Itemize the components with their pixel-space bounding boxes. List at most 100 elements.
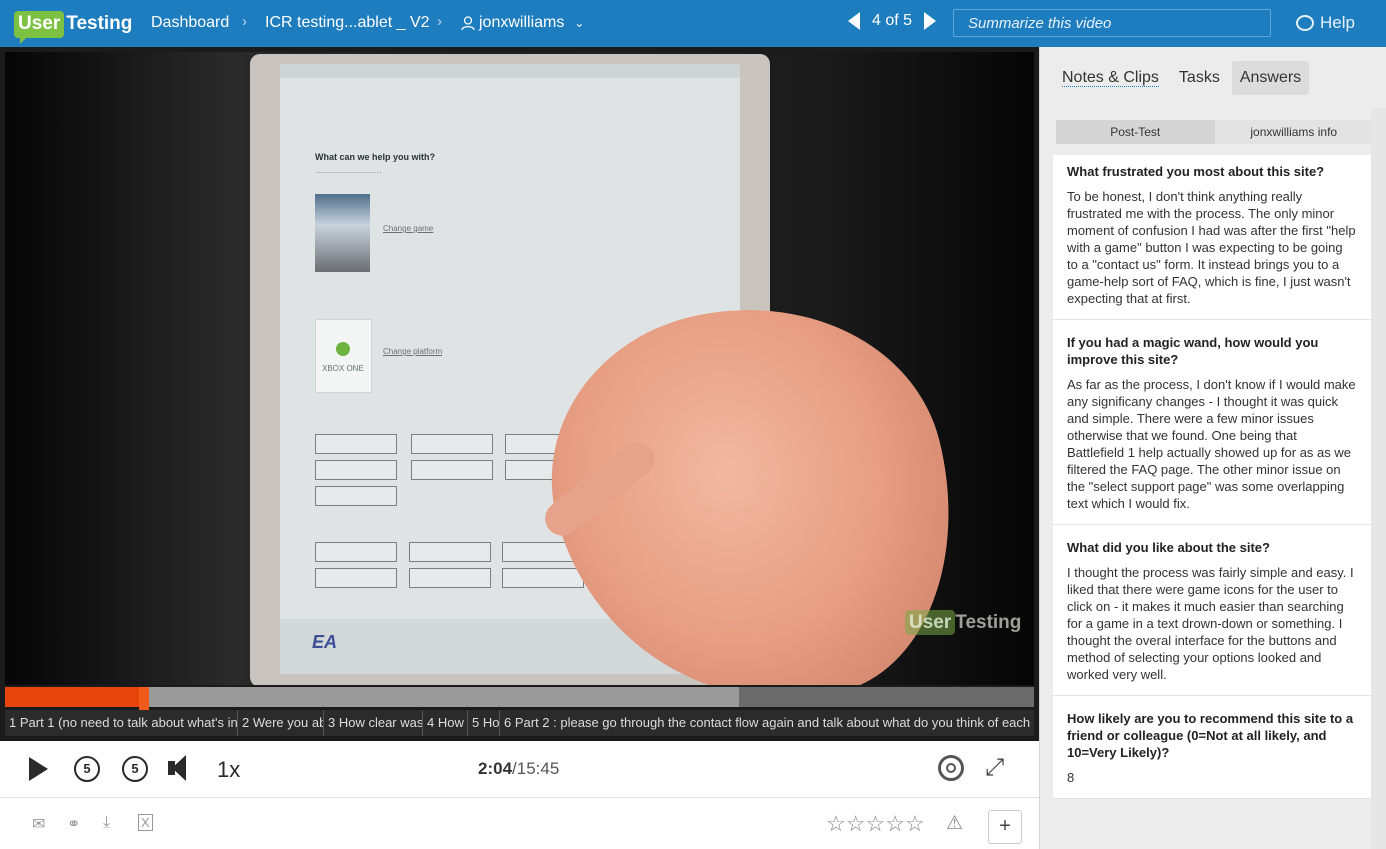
top-bar: User Testing Dashboard › ICR testing...a… — [0, 0, 1386, 47]
rewind-5-button[interactable]: 5 — [74, 756, 100, 782]
action-bar: ✉ ⚭ ⤓ X ☆☆☆☆☆ ⚠ + — [0, 798, 1039, 849]
star-icon[interactable]: ☆ — [885, 811, 905, 836]
tab-answers-label: Answers — [1239, 69, 1302, 86]
star-icon[interactable]: ☆ — [846, 811, 866, 836]
screen-change-platform: Change platform — [383, 347, 443, 356]
player-controls: 5 5 1x 2:04/15:45 ⤢ — [0, 741, 1039, 798]
play-icon[interactable] — [29, 757, 48, 781]
panel-tabs: Notes & Clips Tasks Answers — [1054, 61, 1313, 95]
chapter-item[interactable]: 5 Ho — [468, 710, 500, 736]
tab-answers[interactable]: Answers — [1231, 61, 1310, 95]
question-text: If you had a magic wand, how would you i… — [1067, 335, 1319, 367]
screen-issue-box — [409, 542, 491, 562]
breadcrumb-dashboard[interactable]: Dashboard — [151, 14, 229, 32]
question-text: What frustrated you most about this site… — [1067, 164, 1325, 179]
breadcrumb-test[interactable]: ICR testing...ablet _ V2 — [265, 14, 430, 32]
ea-logo: EA — [312, 632, 338, 652]
rating-stars[interactable]: ☆☆☆☆☆ — [826, 811, 925, 837]
watermark-user-text: User — [905, 610, 956, 635]
star-icon[interactable]: ☆ — [905, 811, 925, 836]
chevron-down-icon: ⌄ — [574, 16, 585, 30]
subtab-participant-info[interactable]: jonxwilliams info — [1215, 120, 1374, 144]
subtab-post-test[interactable]: Post-Test — [1056, 120, 1215, 144]
video-player: What can we help you with? ·············… — [0, 47, 1039, 741]
screen-topic-box — [315, 434, 397, 454]
chapter-item[interactable]: 3 How clear was — [324, 710, 423, 736]
link-icon[interactable]: ⚭ — [67, 814, 80, 834]
panel-scrollbar[interactable] — [1371, 108, 1386, 849]
next-arrow-icon[interactable] — [924, 12, 937, 30]
xbox-label: XBOX ONE — [322, 364, 364, 373]
forward-5-button[interactable]: 5 — [122, 756, 148, 782]
answer-text: I thought the process was fairly simple … — [1067, 565, 1354, 682]
previous-arrow-icon[interactable] — [848, 12, 860, 30]
platform-image: XBOX ONE — [315, 319, 372, 393]
playback-speed-button[interactable]: 1x — [217, 757, 240, 783]
screen-subtext: ························· — [315, 168, 382, 177]
time-current: 2:04 — [478, 759, 513, 778]
download-icon[interactable]: ⤓ — [103, 814, 110, 832]
warning-icon[interactable]: ⚠ — [946, 812, 963, 835]
chapter-item[interactable]: 4 How — [423, 710, 468, 736]
answer-text: 8 — [1067, 770, 1075, 785]
mail-icon[interactable]: ✉ — [32, 814, 45, 834]
screen-issue-box — [315, 542, 397, 562]
answer-text: As far as the process, I don't know if I… — [1067, 377, 1356, 511]
screen-heading: What can we help you with? — [315, 152, 436, 162]
screen-issue-box — [315, 568, 397, 588]
tab-tasks[interactable]: Tasks — [1171, 61, 1228, 95]
usertesting-watermark: User Testing — [905, 610, 1022, 635]
video-progress-bar[interactable] — [5, 687, 1034, 710]
settings-gear-icon[interactable] — [938, 755, 964, 781]
screen-issue-box — [502, 568, 584, 588]
volume-cone[interactable] — [172, 755, 186, 781]
logo-user-text: User — [14, 10, 65, 44]
question-text: How likely are you to recommend this sit… — [1067, 711, 1354, 760]
breadcrumb-separator-icon: › — [437, 13, 442, 30]
fullscreen-icon[interactable]: ⤢ — [985, 754, 1013, 782]
xbox-icon — [336, 342, 350, 356]
question-text: What did you like about the site? — [1067, 540, 1270, 555]
answers-list[interactable]: What frustrated you most about this site… — [1053, 155, 1371, 849]
chapter-item[interactable]: 1 Part 1 (no need to talk about what's i… — [5, 710, 238, 736]
summarize-video-input[interactable]: Summarize this video — [953, 9, 1271, 37]
video-frame[interactable]: What can we help you with? ·············… — [5, 52, 1034, 685]
answer-subtabs: Post-Test jonxwilliams info — [1056, 120, 1373, 144]
rewind-5-label: 5 — [83, 761, 91, 776]
user-icon — [461, 15, 475, 30]
game-cover-image — [315, 194, 370, 272]
tab-tasks-label: Tasks — [1178, 69, 1220, 86]
tab-notes-clips-label: Notes & Clips — [1062, 69, 1159, 87]
help-button[interactable]: Help — [1296, 13, 1355, 33]
usertesting-logo[interactable]: User Testing — [14, 10, 133, 44]
screen-topic-box — [411, 460, 493, 480]
progress-played — [5, 687, 141, 707]
star-icon[interactable]: ☆ — [826, 811, 846, 836]
browser-bar — [280, 64, 740, 78]
plus-icon: + — [999, 815, 1011, 837]
answer-card: If you had a magic wand, how would you i… — [1053, 320, 1371, 525]
pager-label: 4 of 5 — [872, 12, 913, 29]
logo-testing-text: Testing — [66, 13, 133, 34]
progress-handle[interactable] — [138, 687, 149, 710]
forward-5-label: 5 — [131, 761, 139, 776]
star-icon[interactable]: ☆ — [865, 811, 885, 836]
screen-issue-box — [409, 568, 491, 588]
screen-topic-box — [315, 460, 397, 480]
side-panel: Notes & Clips Tasks Answers Post-Test jo… — [1039, 47, 1386, 849]
chapter-item[interactable]: 2 Were you ab — [238, 710, 324, 736]
time-total: /15:45 — [512, 759, 560, 778]
excel-icon[interactable]: X — [138, 814, 153, 831]
breadcrumb-user-label: jonxwilliams — [479, 14, 565, 31]
answer-card: What frustrated you most about this site… — [1053, 155, 1371, 320]
add-note-button[interactable]: + — [988, 810, 1022, 844]
chat-bubble-icon — [1296, 15, 1314, 31]
breadcrumb-user[interactable]: jonxwilliams ⌄ — [461, 14, 584, 32]
screen-change-game: Change game — [383, 224, 434, 233]
answer-card: How likely are you to recommend this sit… — [1053, 696, 1371, 799]
watermark-testing-text: Testing — [955, 612, 1022, 633]
tab-notes-clips[interactable]: Notes & Clips — [1054, 61, 1167, 95]
help-label: Help — [1320, 13, 1355, 32]
chapter-item[interactable]: 6 Part 2 : please go through the contact… — [500, 710, 1034, 736]
answer-card: What did you like about the site? I thou… — [1053, 525, 1371, 696]
